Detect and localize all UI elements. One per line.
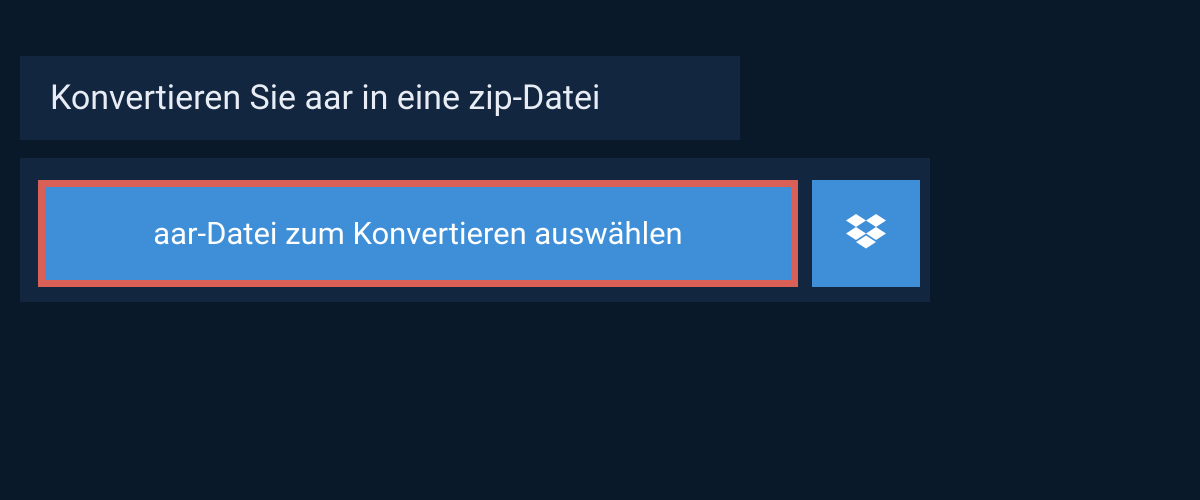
dropbox-icon	[846, 214, 886, 254]
dropbox-button[interactable]	[812, 180, 920, 287]
select-file-button[interactable]: aar-Datei zum Konvertieren auswählen	[38, 180, 798, 287]
button-row: aar-Datei zum Konvertieren auswählen	[38, 180, 920, 287]
title-bar: Konvertieren Sie aar in eine zip-Datei	[20, 56, 740, 140]
select-file-button-label: aar-Datei zum Konvertieren auswählen	[153, 215, 682, 252]
page-title: Konvertieren Sie aar in eine zip-Datei	[50, 78, 710, 118]
